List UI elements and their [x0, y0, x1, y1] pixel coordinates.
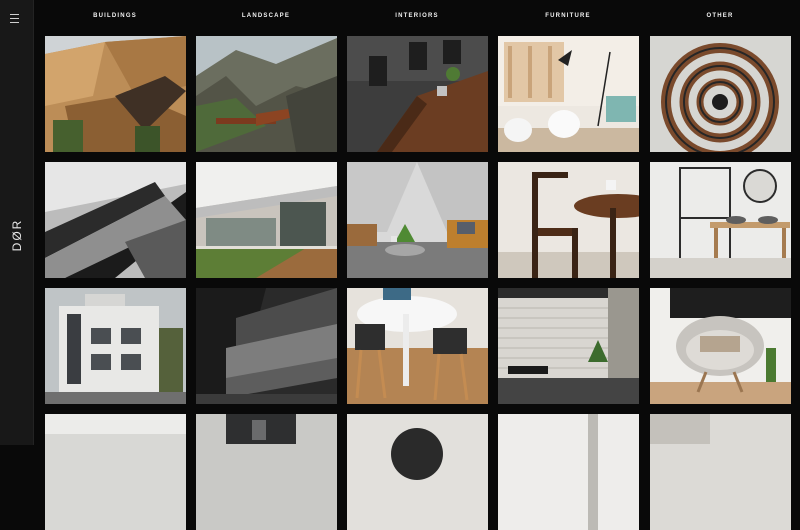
- logo[interactable]: DØR: [10, 211, 24, 259]
- sidebar: DØR: [0, 0, 34, 445]
- brick-wall-interior-photo[interactable]: [498, 288, 639, 404]
- partial-tile-3-photo[interactable]: [347, 414, 488, 530]
- spiral-staircase-photo[interactable]: [650, 36, 791, 152]
- nav-other[interactable]: Other: [707, 13, 734, 19]
- wood-table-chairs-photo[interactable]: [347, 36, 488, 152]
- nav-landscape[interactable]: Landscape: [242, 13, 290, 19]
- mountain-lookout-photo[interactable]: [196, 36, 337, 152]
- modern-house-deck-photo[interactable]: [196, 162, 337, 278]
- egg-chair-photo[interactable]: [650, 288, 791, 404]
- bathroom-sink-photo[interactable]: [650, 162, 791, 278]
- nav-interiors[interactable]: Interiors: [395, 13, 438, 19]
- partial-tile-4-photo[interactable]: [498, 414, 639, 530]
- partial-tile-1-photo[interactable]: [45, 414, 186, 530]
- category-nav: Buildings Landscape Interiors Furniture …: [34, 0, 800, 34]
- wooden-chair-table-photo[interactable]: [498, 162, 639, 278]
- partial-tile-2-photo[interactable]: [196, 414, 337, 530]
- nav-buildings[interactable]: Buildings: [93, 13, 137, 19]
- nav-furniture[interactable]: Furniture: [545, 13, 590, 19]
- hamburger-menu-icon[interactable]: [10, 12, 24, 24]
- living-room-sofa-photo[interactable]: [347, 162, 488, 278]
- partial-tile-5-photo[interactable]: [650, 414, 791, 530]
- angular-concrete-photo[interactable]: [45, 162, 186, 278]
- white-block-building-photo[interactable]: [45, 288, 186, 404]
- stone-bench-photo[interactable]: [196, 288, 337, 404]
- white-lounge-chairs-photo[interactable]: [498, 36, 639, 152]
- round-table-chairs-photo[interactable]: [347, 288, 488, 404]
- wood-panel-facade-photo[interactable]: [45, 36, 186, 152]
